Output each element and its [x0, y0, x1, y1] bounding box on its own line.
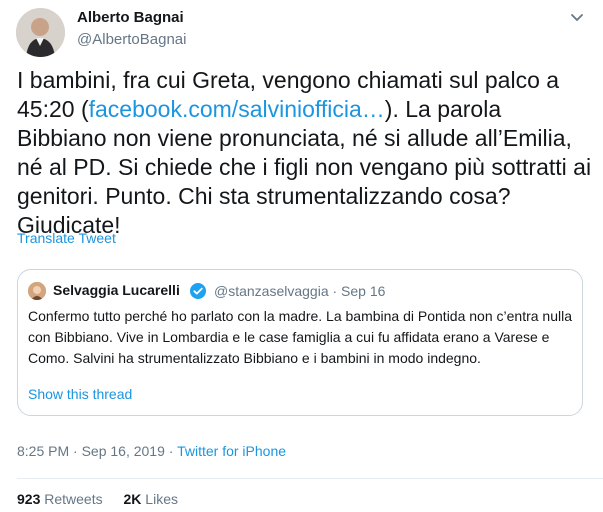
chevron-down-icon[interactable]: [567, 7, 587, 27]
retweets-count: 923: [17, 491, 41, 507]
tweet-meta: 8:25 PM · Sep 16, 2019 · Twitter for iPh…: [17, 443, 286, 459]
author-name[interactable]: Alberto Bagnai: [77, 9, 184, 26]
quoted-tweet-text: Confermo tutto perché ho parlato con la …: [28, 308, 573, 366]
tweet: Alberto Bagnai @AlbertoBagnai I bambini,…: [0, 0, 603, 512]
retweets-label: Retweets: [44, 491, 103, 507]
tweet-text: I bambini, fra cui Greta, vengono chiama…: [17, 66, 595, 240]
quoted-author-handle-date: @stanzaselvaggia · Sep 16: [214, 283, 386, 299]
author-handle[interactable]: @AlbertoBagnai: [77, 31, 186, 48]
tweet-stats: 923 Retweets 2K Likes: [17, 491, 195, 507]
quoted-tweet[interactable]: Selvaggia Lucarelli @stanzaselvaggia · S…: [17, 269, 583, 416]
likes-stat[interactable]: 2K Likes: [124, 491, 178, 507]
quoted-author-avatar: [28, 282, 46, 300]
likes-count: 2K: [123, 491, 142, 507]
show-thread-link[interactable]: Show this thread: [28, 386, 132, 402]
verified-badge-icon: [189, 282, 207, 300]
tweet-link[interactable]: facebook.com/salviniofficia…: [89, 96, 385, 122]
translate-tweet-link[interactable]: Translate Tweet: [17, 230, 116, 246]
likes-label: Likes: [145, 491, 178, 507]
retweets-stat[interactable]: 923 Retweets: [17, 491, 103, 507]
tweet-timestamp[interactable]: 8:25 PM · Sep 16, 2019 ·: [17, 443, 177, 459]
tweet-source-link[interactable]: Twitter for iPhone: [177, 443, 286, 459]
author-avatar[interactable]: [16, 8, 65, 57]
quoted-author-name: Selvaggia Lucarelli: [53, 282, 180, 298]
divider: [17, 478, 603, 479]
